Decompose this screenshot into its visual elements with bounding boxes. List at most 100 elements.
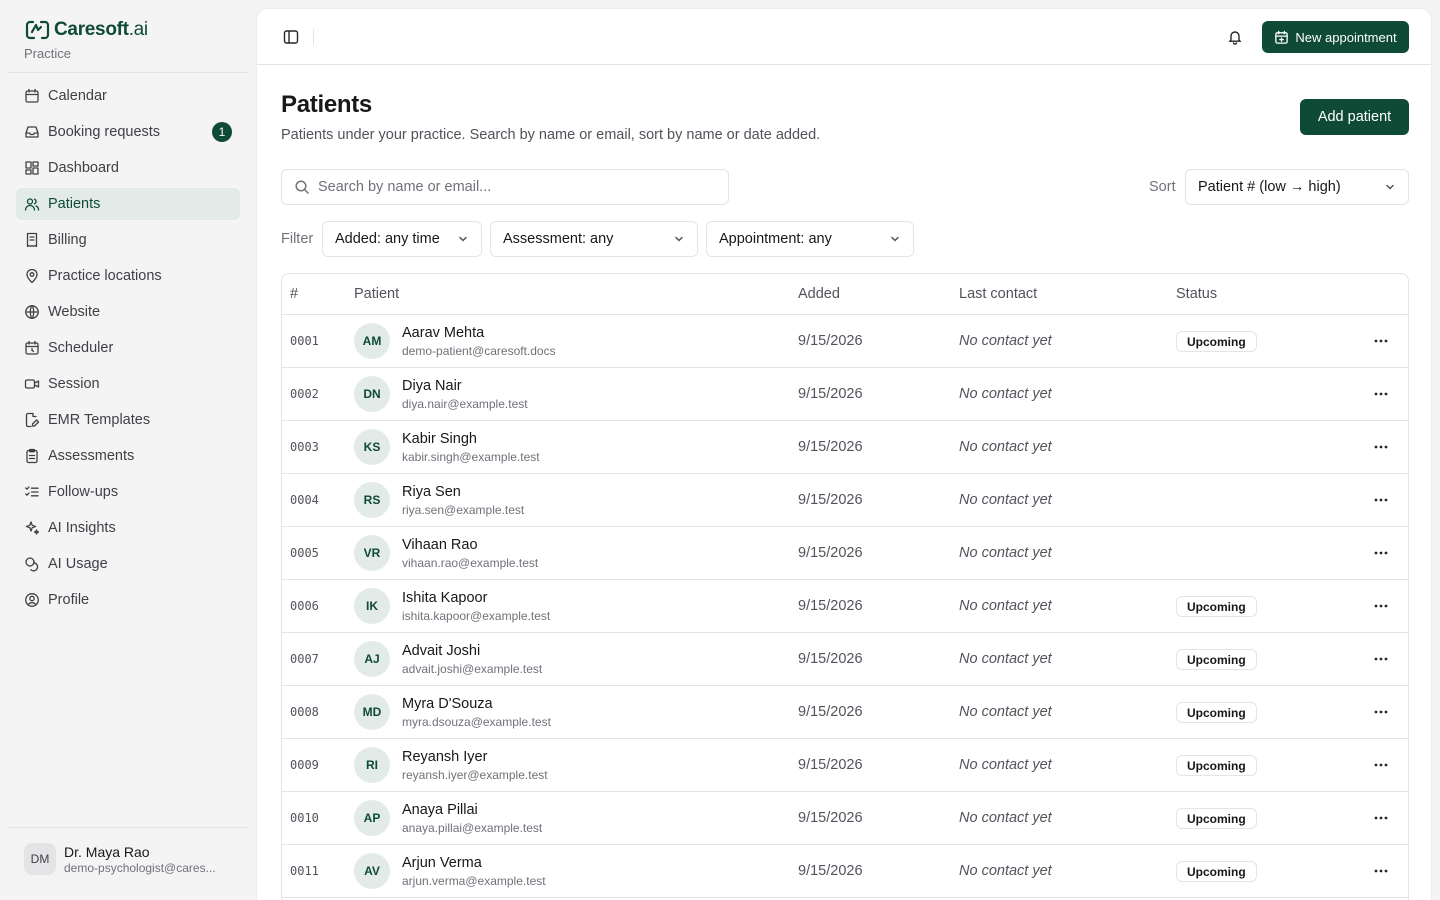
patient-name[interactable]: Reyansh Iyer bbox=[402, 749, 487, 765]
patient-avatar: AM bbox=[354, 323, 390, 359]
added-filter-select[interactable]: Added: any time bbox=[322, 221, 482, 257]
row-actions-button[interactable] bbox=[1370, 333, 1392, 349]
patient-name[interactable]: Myra D'Souza bbox=[402, 696, 493, 712]
table-row[interactable]: 0001 AM Aarav Mehta demo-patient@caresoft.d… bbox=[282, 315, 1408, 368]
sidebar-item-calendar[interactable]: Calendar bbox=[16, 80, 240, 112]
table-row[interactable]: 0008 MD Myra D'Souza myra.dsouza@example.te… bbox=[282, 686, 1408, 739]
header-added[interactable]: Added bbox=[798, 286, 840, 302]
patient-name[interactable]: Diya Nair bbox=[402, 378, 462, 394]
filter-label: Filter bbox=[281, 231, 314, 247]
table-row[interactable]: 0009 RI Reyansh Iyer reyansh.iyer@example.t… bbox=[282, 739, 1408, 792]
search-input[interactable]: Search by name or email... bbox=[281, 169, 729, 205]
patient-name[interactable]: Anaya Pillai bbox=[402, 802, 478, 818]
sidebar-item-label: Website bbox=[48, 304, 101, 320]
sidebar-item-billing[interactable]: Billing bbox=[16, 224, 240, 256]
header-number[interactable]: # bbox=[290, 286, 298, 302]
new-appointment-label: New appointment bbox=[1295, 29, 1397, 45]
sidebar-item-assessments[interactable]: Assessments bbox=[16, 440, 240, 472]
sidebar-item-ai-insights[interactable]: AI Insights bbox=[16, 512, 240, 544]
row-actions-button[interactable] bbox=[1370, 810, 1392, 826]
sidebar-item-dashboard[interactable]: Dashboard bbox=[16, 152, 240, 184]
sidebar-item-website[interactable]: Website bbox=[16, 296, 240, 328]
avatar: DM bbox=[24, 843, 56, 875]
sidebar-item-patients[interactable]: Patients bbox=[16, 188, 240, 220]
sidebar-item-label: EMR Templates bbox=[48, 412, 151, 428]
patient-name[interactable]: Riya Sen bbox=[402, 484, 461, 500]
patient-email: anaya.pillai@example.test bbox=[402, 821, 543, 835]
table-row[interactable]: 0003 KS Kabir Singh kabir.singh@example.tes… bbox=[282, 421, 1408, 474]
sidebar-item-label: Booking requests bbox=[48, 124, 161, 140]
sidebar-divider bbox=[8, 72, 248, 73]
more-horizontal-icon bbox=[1374, 498, 1388, 502]
sidebar-item-label: Billing bbox=[48, 232, 87, 248]
patient-name[interactable]: Ishita Kapoor bbox=[402, 590, 487, 606]
row-actions-button[interactable] bbox=[1370, 439, 1392, 455]
patient-last-contact: No contact yet bbox=[959, 651, 1052, 667]
sidebar-item-practice-locations[interactable]: Practice locations bbox=[16, 260, 240, 292]
sidebar-item-ai-usage[interactable]: AI Usage bbox=[16, 548, 240, 580]
patient-last-contact: No contact yet bbox=[959, 333, 1052, 349]
row-actions-button[interactable] bbox=[1370, 492, 1392, 508]
sidebar-item-follow-ups[interactable]: Follow-ups bbox=[16, 476, 240, 508]
assessment-filter-select[interactable]: Assessment: any bbox=[490, 221, 698, 257]
row-actions-button[interactable] bbox=[1370, 651, 1392, 667]
patient-name[interactable]: Vihaan Rao bbox=[402, 537, 478, 553]
brand-subtitle: Practice bbox=[24, 46, 71, 61]
row-actions-button[interactable] bbox=[1370, 863, 1392, 879]
sort-select[interactable]: Patient # (low → high) bbox=[1185, 169, 1409, 205]
patient-email: demo-patient@caresoft.docs bbox=[402, 344, 556, 358]
caresoft-logo-icon bbox=[25, 20, 50, 40]
sidebar-item-label: Dashboard bbox=[48, 160, 119, 176]
table-row[interactable]: 0011 AV Arjun Verma arjun.verma@example.tes… bbox=[282, 845, 1408, 898]
brand[interactable]: Caresoft.ai Practice bbox=[24, 18, 148, 61]
sidebar-item-session[interactable]: Session bbox=[16, 368, 240, 400]
header-last-contact[interactable]: Last contact bbox=[959, 286, 1037, 302]
bell-icon bbox=[1228, 31, 1242, 45]
sidebar-item-label: Scheduler bbox=[48, 340, 114, 356]
table-row[interactable]: 0004 RS Riya Sen riya.sen@example.test 9/15/… bbox=[282, 474, 1408, 527]
patient-added-date: 9/15/2026 bbox=[798, 492, 863, 508]
header-patient[interactable]: Patient bbox=[354, 286, 399, 302]
sidebar-toggle-button[interactable] bbox=[281, 27, 301, 47]
brand-name: Caresoft.ai bbox=[54, 19, 148, 40]
header-status[interactable]: Status bbox=[1176, 286, 1217, 302]
new-appointment-button[interactable]: New appointment bbox=[1262, 21, 1409, 53]
table-row[interactable]: 0007 AJ Advait Joshi advait.joshi@example.t… bbox=[282, 633, 1408, 686]
row-actions-button[interactable] bbox=[1370, 704, 1392, 720]
sidebar-item-scheduler[interactable]: Scheduler bbox=[16, 332, 240, 364]
sidebar-item-booking-requests[interactable]: Booking requests 1 bbox=[16, 116, 240, 148]
patient-name[interactable]: Arjun Verma bbox=[402, 855, 482, 871]
patient-added-date: 9/15/2026 bbox=[798, 333, 863, 349]
add-patient-button[interactable]: Add patient bbox=[1300, 99, 1409, 135]
inbox-icon bbox=[25, 126, 39, 138]
table-row[interactable]: 0005 VR Vihaan Rao vihaan.rao@example.test 9… bbox=[282, 527, 1408, 580]
sidebar-item-profile[interactable]: Profile bbox=[16, 584, 240, 616]
row-actions-button[interactable] bbox=[1370, 757, 1392, 773]
patient-number: 0002 bbox=[290, 387, 319, 401]
user-name: Dr. Maya Rao bbox=[64, 843, 150, 860]
table-row[interactable]: 0002 DN Diya Nair diya.nair@example.test 9/1… bbox=[282, 368, 1408, 421]
user-profile[interactable]: DM Dr. Maya Rao demo-psychologist@cares.… bbox=[24, 843, 216, 875]
topbar: New appointment bbox=[257, 9, 1431, 65]
patient-email: ishita.kapoor@example.test bbox=[402, 609, 551, 623]
row-actions-button[interactable] bbox=[1370, 598, 1392, 614]
calendar-icon bbox=[25, 88, 39, 103]
table-row[interactable]: 0006 IK Ishita Kapoor ishita.kapoor@example… bbox=[282, 580, 1408, 633]
row-actions-button[interactable] bbox=[1370, 386, 1392, 402]
more-horizontal-icon bbox=[1374, 816, 1388, 820]
row-actions-button[interactable] bbox=[1370, 545, 1392, 561]
patient-name[interactable]: Advait Joshi bbox=[402, 643, 480, 659]
patient-added-date: 9/15/2026 bbox=[798, 704, 863, 720]
patient-name[interactable]: Aarav Mehta bbox=[402, 325, 484, 341]
patient-last-contact: No contact yet bbox=[959, 598, 1052, 614]
sidebar-item-label: Session bbox=[48, 376, 100, 392]
more-horizontal-icon bbox=[1374, 445, 1388, 449]
table-row[interactable]: 0010 AP Anaya Pillai anaya.pillai@example.t… bbox=[282, 792, 1408, 845]
patient-name[interactable]: Kabir Singh bbox=[402, 431, 477, 447]
appointment-filter-select[interactable]: Appointment: any bbox=[706, 221, 914, 257]
page-title: Patients bbox=[281, 91, 372, 118]
sidebar-item-emr-templates[interactable]: EMR Templates bbox=[16, 404, 240, 436]
patient-last-contact: No contact yet bbox=[959, 492, 1052, 508]
notifications-button[interactable] bbox=[1225, 27, 1245, 47]
sidebar-item-label: Calendar bbox=[48, 88, 107, 104]
